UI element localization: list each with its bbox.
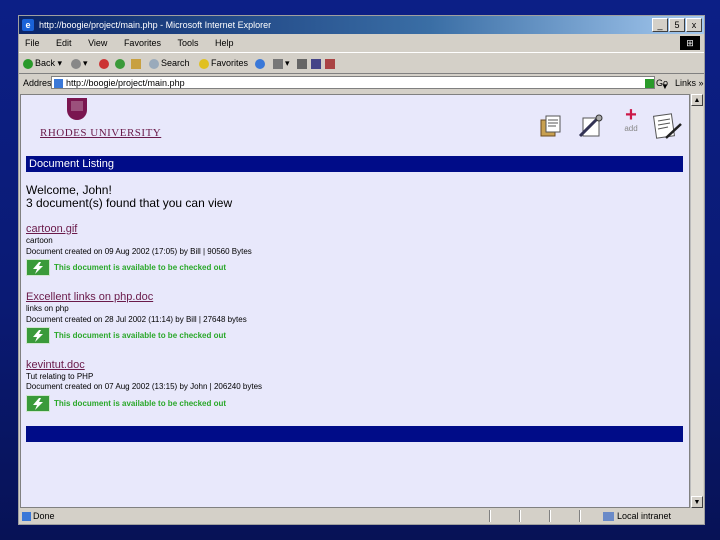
document-description: links on php — [26, 304, 69, 313]
status-divider — [519, 510, 521, 522]
status-divider — [579, 510, 581, 522]
edit-button[interactable] — [311, 53, 323, 73]
mail-icon — [273, 58, 283, 69]
favorites-star-icon — [199, 58, 209, 69]
university-name: RHODES UNIVERSITY — [40, 127, 162, 139]
status-divider — [549, 510, 551, 522]
intranet-zone-icon — [603, 512, 614, 521]
plus-icon: + — [625, 104, 637, 126]
availability-status: This document is available to be checked… — [54, 331, 227, 340]
address-bar: Address http://boogie/project/main.php ▼… — [19, 73, 704, 93]
checkout-available-icon[interactable] — [26, 395, 50, 412]
search-icon — [149, 58, 159, 69]
menu-tools[interactable]: Tools — [177, 38, 198, 48]
refresh-button[interactable] — [115, 53, 127, 73]
document-description: cartoon — [26, 236, 53, 245]
status-bar: Done Local intranet — [19, 509, 704, 524]
ie-icon: e — [22, 19, 34, 31]
status-divider — [489, 510, 491, 522]
address-value: http://boogie/project/main.php — [66, 78, 185, 88]
print-icon — [297, 58, 307, 69]
back-arrow-icon — [23, 58, 33, 69]
title-bar: e http://boogie/project/main.php - Micro… — [19, 16, 704, 34]
availability-status: This document is available to be checked… — [54, 399, 227, 408]
window-title: http://boogie/project/main.php - Microso… — [39, 20, 272, 30]
discuss-button[interactable] — [325, 53, 337, 73]
toolbar: Back ▾ ▾ Search Favorites ▾ — [19, 52, 704, 74]
menu-favorites[interactable]: Favorites — [124, 38, 161, 48]
document-meta: Document created on 07 Aug 2002 (13:15) … — [26, 382, 263, 391]
page-icon — [54, 79, 63, 88]
back-button[interactable]: Back ▾ — [23, 53, 62, 73]
back-label: Back — [35, 58, 56, 68]
home-button[interactable] — [131, 53, 143, 73]
menu-file[interactable]: File — [25, 38, 40, 48]
mail-button[interactable]: ▾ — [273, 53, 290, 73]
document-link-kevintut[interactable]: kevintut.doc — [26, 359, 85, 371]
menu-view[interactable]: View — [88, 38, 107, 48]
checklist-icon[interactable] — [652, 112, 682, 140]
print-button[interactable] — [297, 53, 309, 73]
status-page-icon — [22, 512, 31, 521]
availability-status: This document is available to be checked… — [54, 263, 227, 272]
links-label: Links — [675, 78, 697, 88]
add-label: add — [624, 124, 638, 133]
menu-help[interactable]: Help — [215, 38, 234, 48]
refresh-icon — [115, 58, 125, 69]
status-text: Done — [33, 511, 55, 521]
document-link-excellent-links[interactable]: Excellent links on php.doc — [26, 291, 153, 303]
search-label: Search — [161, 58, 190, 68]
minimize-button[interactable]: _ — [652, 18, 668, 32]
forward-arrow-icon — [71, 58, 81, 69]
forward-button[interactable]: ▾ — [71, 53, 88, 73]
go-button[interactable]: Go — [645, 73, 668, 93]
home-icon — [131, 58, 141, 69]
favorites-label: Favorites — [211, 58, 249, 68]
favorites-button[interactable]: Favorites — [199, 53, 248, 73]
close-button[interactable]: x — [686, 18, 702, 32]
links-button[interactable]: Links » — [675, 73, 704, 93]
footer-band — [26, 426, 683, 442]
go-label: Go — [656, 78, 669, 88]
windows-logo-icon: ⊞ — [680, 36, 700, 50]
scroll-down-icon[interactable]: ▼ — [691, 496, 703, 508]
history-button[interactable] — [255, 53, 267, 73]
security-zone: Local intranet — [617, 511, 672, 521]
search-button[interactable]: Search — [149, 53, 190, 73]
document-description: Tut relating to PHP — [26, 372, 94, 381]
documents-icon[interactable] — [537, 112, 565, 140]
edit-icon — [311, 58, 321, 69]
scroll-up-icon[interactable]: ▲ — [691, 94, 703, 106]
stop-icon — [99, 58, 109, 69]
discuss-icon — [325, 58, 335, 69]
document-meta: Document created on 28 Jul 2002 (11:14) … — [26, 315, 247, 324]
document-link-cartoon[interactable]: cartoon.gif — [26, 223, 77, 235]
maximize-button[interactable]: 5 — [669, 18, 685, 32]
checkout-available-icon[interactable] — [26, 259, 50, 276]
university-crest-logo — [67, 98, 87, 120]
document-listing-banner: Document Listing — [26, 156, 683, 172]
go-arrow-icon — [645, 79, 654, 89]
add-document-button[interactable]: + add — [619, 104, 643, 134]
document-meta: Document created on 09 Aug 2002 (17:05) … — [26, 247, 252, 256]
window-controls: _ 5 x — [652, 18, 702, 32]
checkout-available-icon[interactable] — [26, 327, 50, 344]
history-icon — [255, 58, 265, 69]
menu-edit[interactable]: Edit — [56, 38, 72, 48]
document-count: 3 document(s) found that you can view — [26, 196, 233, 210]
banner-title: Document Listing — [29, 158, 114, 170]
stop-button[interactable] — [99, 53, 111, 73]
address-input[interactable]: http://boogie/project/main.php ▼ — [51, 76, 670, 92]
vertical-scrollbar[interactable]: ▲ ▼ — [690, 94, 703, 508]
menu-bar: File Edit View Favorites Tools Help — [19, 35, 704, 51]
tools-icon[interactable] — [577, 112, 605, 140]
